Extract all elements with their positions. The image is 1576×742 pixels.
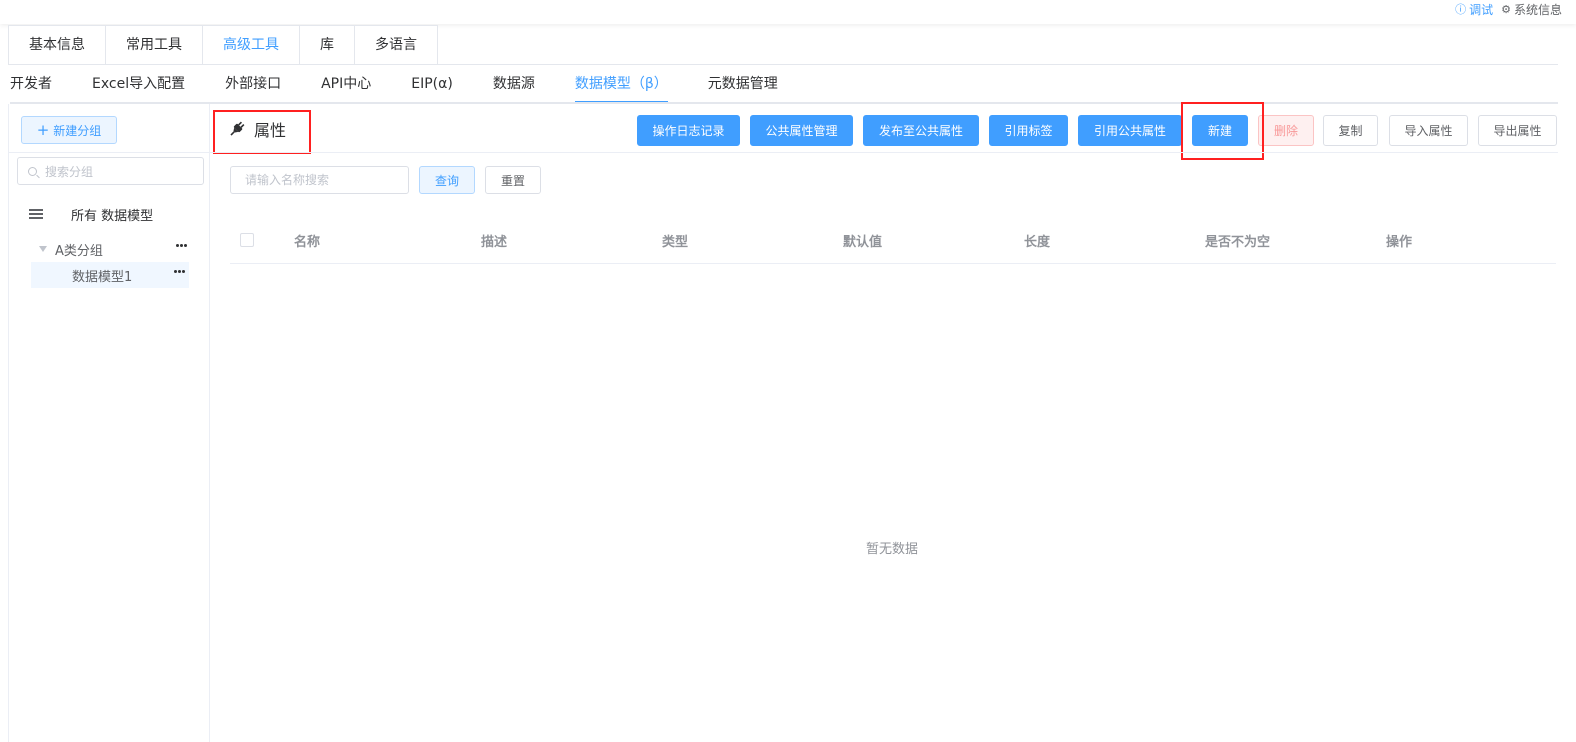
column-length: 长度	[1024, 235, 1051, 250]
tab-library[interactable]: 库	[300, 26, 355, 65]
subtab-data-model[interactable]: 数据模型（β）	[574, 67, 668, 103]
main-panel: 属性 操作日志记录 公共属性管理 发布至公共属性 引用标签 引用公共属性 新建 …	[210, 102, 1576, 742]
tree-node-label: A类分组	[55, 243, 103, 259]
tab-common-tools[interactable]: 常用工具	[106, 26, 203, 65]
column-not-null: 是否不为空	[1205, 235, 1271, 250]
subtab-eip[interactable]: EIP(α)	[411, 67, 453, 103]
debug-label: 调试	[1469, 2, 1494, 17]
tree-node-label: 数据模型1	[72, 269, 133, 285]
column-actions: 操作	[1386, 235, 1413, 250]
group-sidebar: + 新建分组 搜索分组 所有 数据模型 A类分组 数据模型1	[8, 104, 210, 742]
publish-public-property-button[interactable]: 发布至公共属性	[863, 115, 979, 146]
all-models-item[interactable]: 所有 数据模型	[29, 204, 153, 224]
plus-icon: +	[36, 120, 50, 139]
reset-button[interactable]: 重置	[485, 166, 541, 194]
properties-title: 属性	[228, 118, 286, 140]
debug-link[interactable]: ⓘ 调试	[1455, 1, 1493, 18]
sub-tabs: 开发者 Excel导入配置 外部接口 API中心 EIP(α) 数据源 数据模型…	[10, 67, 818, 103]
reference-tag-button[interactable]: 引用标签	[989, 115, 1068, 146]
all-models-label: 所有 数据模型	[71, 208, 154, 224]
group-search-input[interactable]: 搜索分组	[17, 157, 204, 185]
system-info-link[interactable]: ⚙ 系统信息	[1501, 1, 1562, 18]
info-icon: ⓘ	[1455, 3, 1467, 16]
more-icon[interactable]	[175, 244, 187, 247]
search-icon	[28, 166, 37, 176]
query-button[interactable]: 查询	[419, 166, 475, 194]
subtab-external-api[interactable]: 外部接口	[225, 67, 281, 103]
plug-icon	[230, 121, 245, 136]
tree-node-data-model-1[interactable]: 数据模型1	[31, 262, 189, 288]
operation-log-button[interactable]: 操作日志记录	[637, 115, 740, 146]
main-tabs: 基本信息 常用工具 高级工具 库 多语言	[8, 25, 438, 65]
subtab-datasource[interactable]: 数据源	[493, 67, 535, 103]
tab-advanced-tools[interactable]: 高级工具	[203, 26, 300, 65]
subtab-api-center[interactable]: API中心	[321, 67, 371, 103]
properties-title-text: 属性	[254, 121, 287, 140]
subtab-excel-import[interactable]: Excel导入配置	[92, 67, 185, 103]
name-search-input[interactable]	[230, 166, 409, 194]
top-bar: ⓘ 调试 ⚙ 系统信息	[0, 0, 1576, 24]
delete-button[interactable]: 删除	[1258, 115, 1314, 146]
column-type: 类型	[662, 235, 689, 250]
empty-state-text: 暂无数据	[866, 542, 919, 557]
main-tabs-divider	[8, 64, 1558, 65]
reference-public-property-button[interactable]: 引用公共属性	[1078, 115, 1182, 146]
import-property-button[interactable]: 导入属性	[1389, 115, 1468, 146]
caret-down-icon[interactable]	[39, 246, 47, 252]
subtab-developer[interactable]: 开发者	[10, 67, 52, 103]
group-search-placeholder: 搜索分组	[45, 164, 94, 179]
gear-icon: ⚙	[1501, 2, 1511, 16]
copy-button[interactable]: 复制	[1323, 115, 1378, 146]
new-group-label: 新建分组	[53, 123, 102, 138]
select-all-checkbox[interactable]	[240, 233, 254, 247]
column-description: 描述	[481, 235, 508, 250]
tab-basic-info[interactable]: 基本信息	[9, 26, 106, 65]
more-icon[interactable]	[173, 270, 185, 273]
main-divider	[210, 152, 1558, 153]
menu-icon	[29, 207, 43, 221]
column-default: 默认值	[843, 235, 883, 250]
top-bar-actions: ⓘ 调试 ⚙ 系统信息	[1455, 0, 1562, 18]
subtab-metadata[interactable]: 元数据管理	[708, 67, 778, 103]
new-button[interactable]: 新建	[1192, 115, 1248, 146]
export-property-button[interactable]: 导出属性	[1478, 115, 1557, 146]
tree-node-group-a[interactable]: A类分组	[31, 236, 191, 262]
public-property-manage-button[interactable]: 公共属性管理	[750, 115, 853, 146]
system-info-label: 系统信息	[1513, 2, 1562, 17]
new-group-button[interactable]: + 新建分组	[21, 116, 117, 144]
column-name: 名称	[294, 235, 321, 250]
table-header: 名称 描述 类型 默认值 长度 是否不为空 操作	[230, 216, 1556, 264]
tab-multilanguage[interactable]: 多语言	[355, 26, 437, 65]
sidebar-divider	[9, 152, 209, 153]
